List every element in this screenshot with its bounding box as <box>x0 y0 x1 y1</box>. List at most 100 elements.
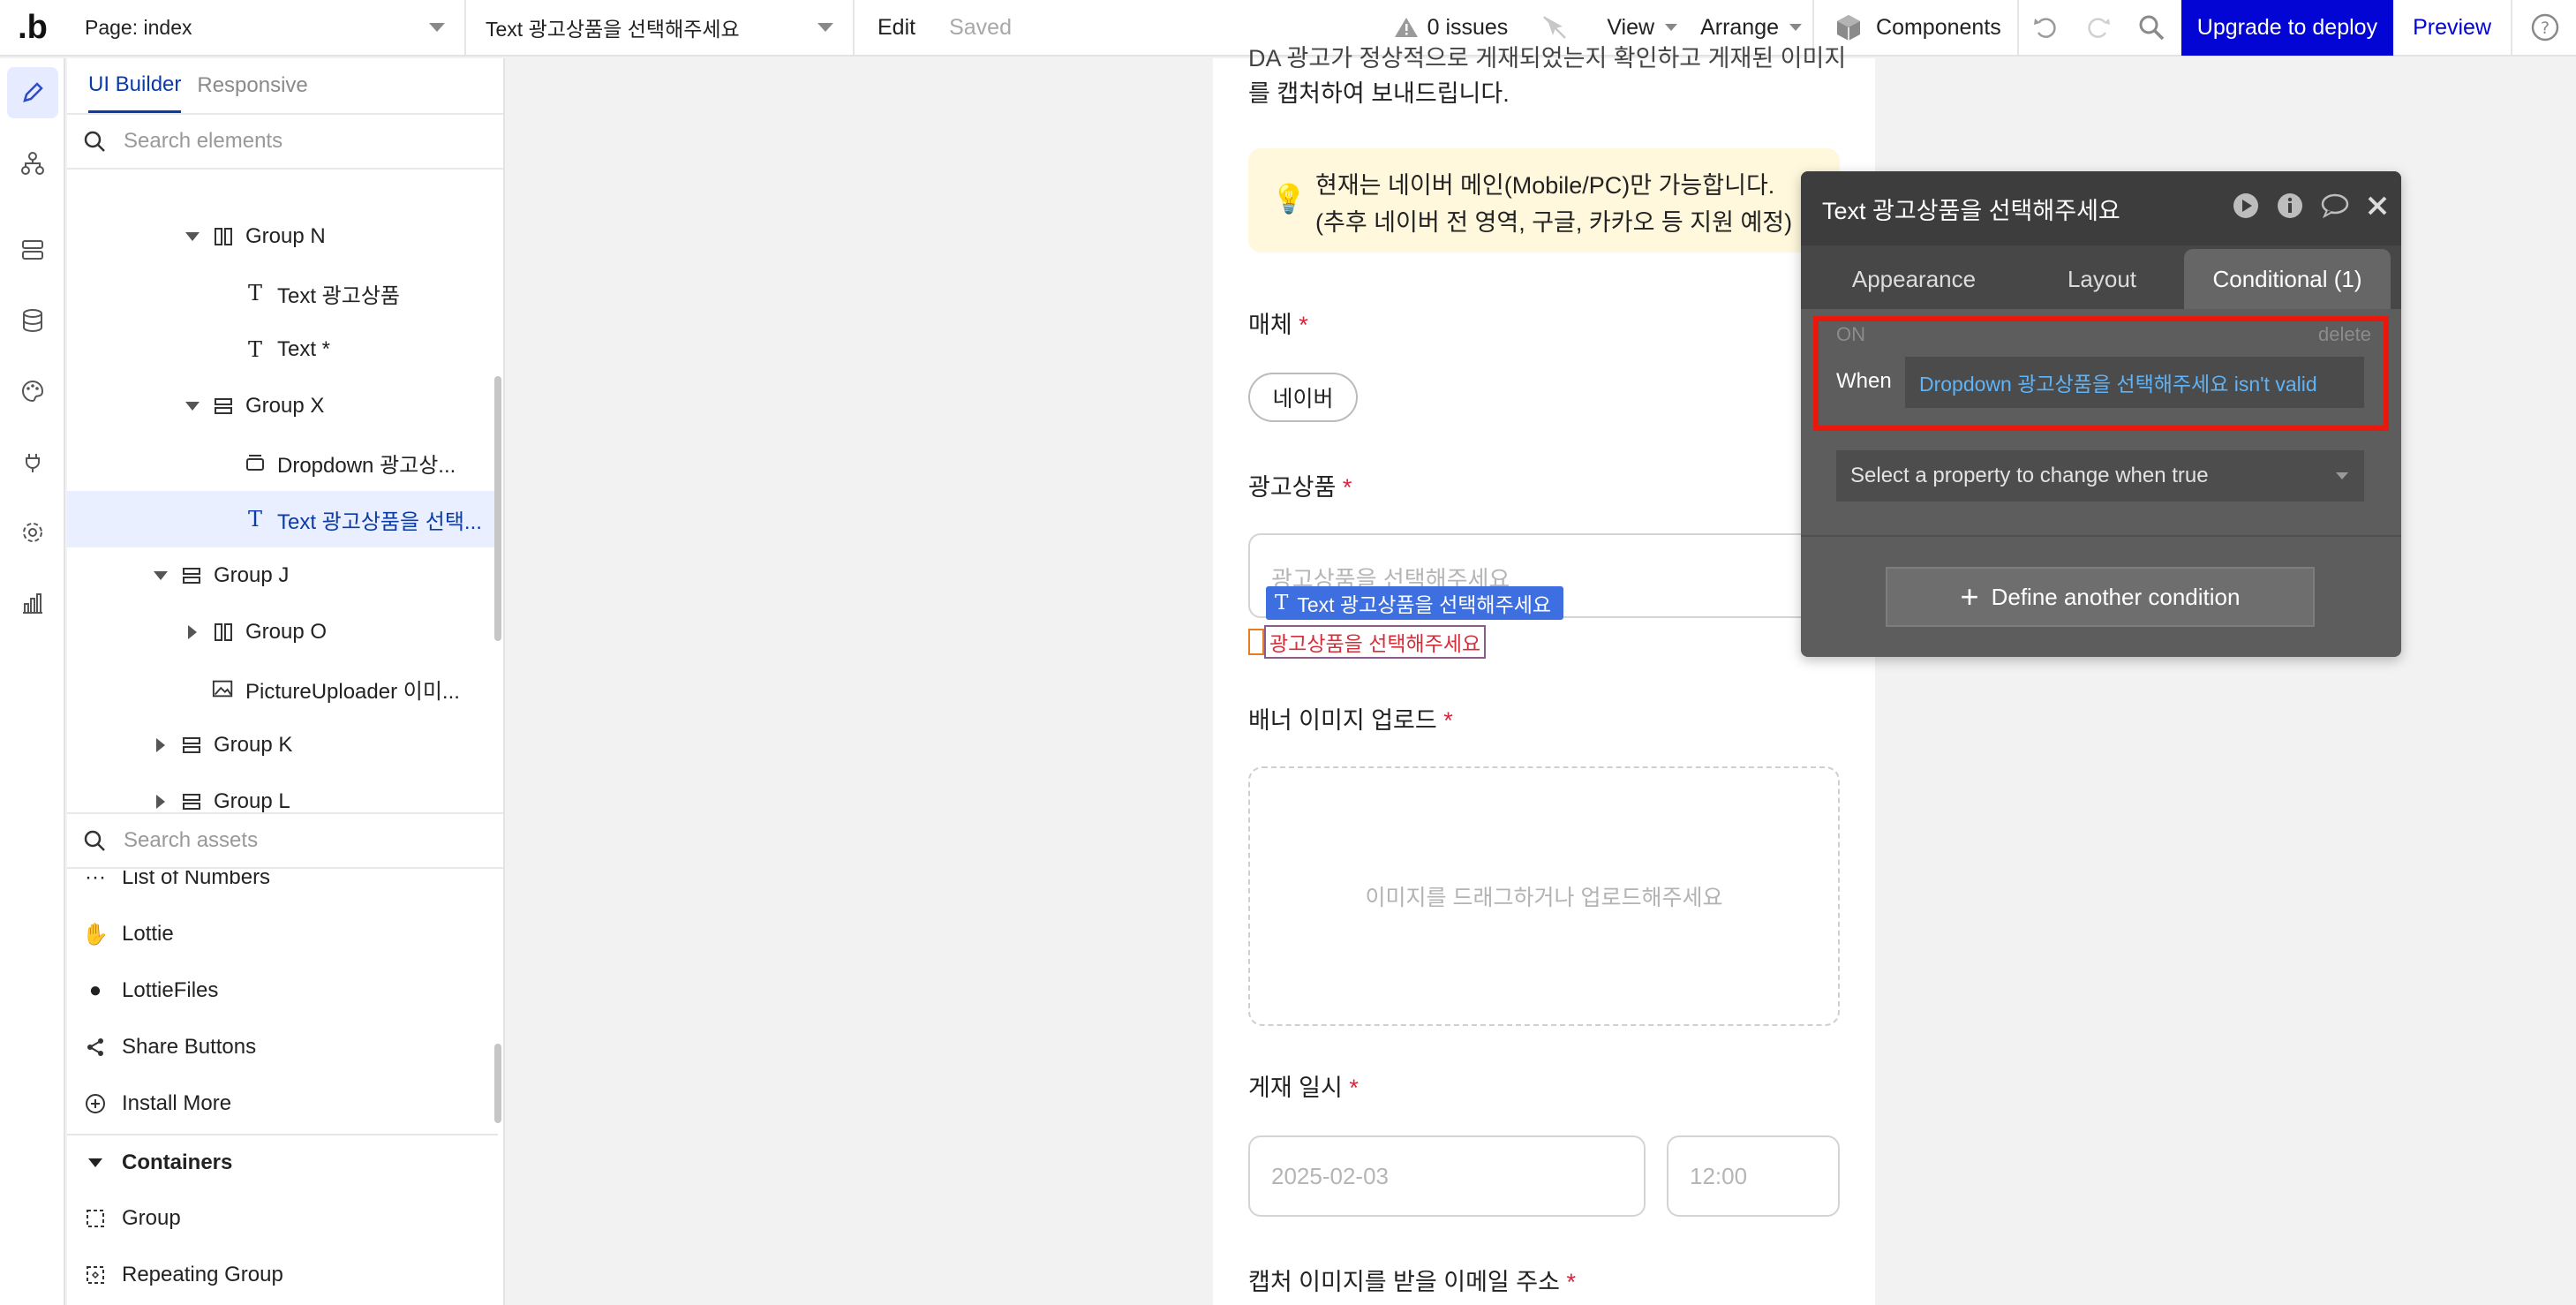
asset-lottie[interactable]: ✋ Lottie <box>67 906 498 962</box>
expand-toggle[interactable] <box>182 625 203 639</box>
asset-list-of-numbers[interactable]: ··· List of Numbers <box>67 871 498 906</box>
chevron-down-icon <box>1789 24 1803 31</box>
asset-label: LottieFiles <box>122 978 219 1002</box>
dropdown-icon <box>244 452 267 473</box>
panel-tabs: UI Builder Responsive <box>67 58 503 113</box>
containers-section-header[interactable]: Containers <box>67 1134 498 1190</box>
tab-responsive[interactable]: Responsive <box>197 58 307 113</box>
tree-item-group-n[interactable]: Group N <box>67 208 498 265</box>
upload-hint: 이미지를 드래그하거나 업로드해주세요 <box>1365 886 1723 910</box>
tree-item-group-o[interactable]: Group O <box>67 604 498 660</box>
assets-scrollbar[interactable] <box>494 1044 501 1123</box>
design-tab-button[interactable] <box>7 67 58 118</box>
comment-icon[interactable] <box>2320 192 2350 225</box>
upgrade-to-deploy-button[interactable]: Upgrade to deploy <box>2181 0 2394 56</box>
media-option-naver[interactable]: 네이버 <box>1248 373 1358 422</box>
cube-icon <box>1837 15 1861 41</box>
database-icon <box>23 309 42 332</box>
tab-label: Responsive <box>197 73 308 97</box>
asset-lottiefiles[interactable]: ● LottieFiles <box>67 962 498 1019</box>
row-layout-icon <box>212 622 235 643</box>
asset-share-buttons[interactable]: Share Buttons <box>67 1019 498 1075</box>
search-button[interactable] <box>2125 0 2181 56</box>
saved-label: Saved <box>949 14 1012 40</box>
element-select[interactable]: Text 광고상품을 선택해주세요 <box>466 0 855 56</box>
container-group[interactable]: Group <box>67 1190 498 1247</box>
collapse-toggle[interactable] <box>182 402 203 411</box>
inspector-tabs: Appearance Layout Conditional (1) <box>1801 245 2401 309</box>
plus-circle-icon <box>83 1093 108 1114</box>
property-select[interactable]: Select a property to change when true <box>1836 450 2364 502</box>
bubble-logo[interactable]: .b <box>0 0 65 56</box>
search-icon <box>2139 15 2165 41</box>
info-icon[interactable] <box>2276 192 2304 226</box>
tab-appearance[interactable]: Appearance <box>1801 249 2027 309</box>
selection-handle[interactable] <box>1248 629 1264 655</box>
define-another-condition-button[interactable]: + Define another condition <box>1886 567 2315 627</box>
asset-install-more[interactable]: Install More <box>67 1075 498 1132</box>
preview-label: Preview <box>2413 14 2491 40</box>
selected-element-tag: T Text 광고상품을 선택해주세요 <box>1266 586 1564 620</box>
plugins-tab-button[interactable] <box>7 436 58 487</box>
tab-layout[interactable]: Layout <box>2027 249 2177 309</box>
page-select[interactable]: Page: index <box>65 0 466 56</box>
tree-item-text-product[interactable]: T Text 광고상품 <box>67 265 498 321</box>
text-icon: T <box>247 281 262 306</box>
data-tab-button[interactable] <box>7 224 58 275</box>
time-input[interactable]: 12:00 <box>1667 1135 1840 1217</box>
search-elements-input[interactable]: Search elements <box>67 113 503 170</box>
play-icon[interactable] <box>2232 192 2260 226</box>
when-label: When <box>1836 369 1892 393</box>
banner-upload-zone[interactable]: 이미지를 드래그하거나 업로드해주세요 <box>1248 766 1840 1026</box>
database-tab-button[interactable] <box>7 295 58 346</box>
preview-button[interactable]: Preview <box>2393 0 2511 56</box>
search-icon <box>84 131 105 152</box>
condition-delete-link[interactable]: delete <box>2318 323 2371 346</box>
image-upload-icon <box>212 678 235 699</box>
close-icon[interactable] <box>2366 194 2389 223</box>
palette-icon: ● <box>88 978 102 1002</box>
column-layout-icon <box>212 396 235 417</box>
asset-label: Lottie <box>122 922 174 946</box>
tree-item-group-j[interactable]: Group J <box>67 547 498 604</box>
inspector-header[interactable]: Text 광고상품을 선택해주세요 <box>1801 171 2401 245</box>
collapse-toggle[interactable] <box>83 1158 108 1167</box>
required-mark: * <box>1349 1075 1359 1101</box>
chevron-down-icon <box>817 23 833 32</box>
page-select-label: Page: index <box>85 15 192 39</box>
help-button[interactable]: ? <box>2512 0 2576 56</box>
collapse-toggle[interactable] <box>150 571 171 580</box>
required-mark: * <box>1299 312 1308 338</box>
tree-item-dropdown[interactable]: Dropdown 광고상... <box>67 434 498 491</box>
server-icon <box>22 240 43 260</box>
tree-item-label: Group N <box>245 224 326 248</box>
undo-button[interactable] <box>2019 0 2072 56</box>
settings-tab-button[interactable] <box>7 507 58 558</box>
property-inspector: Text 광고상품을 선택해주세요 Appearance Layout Cond… <box>1801 171 2401 657</box>
styles-tab-button[interactable] <box>7 366 58 417</box>
workflow-tab-button[interactable] <box>7 138 58 189</box>
schedule-label: 게재 일시 * <box>1248 1075 1359 1101</box>
tree-scrollbar[interactable] <box>494 376 501 641</box>
when-expression[interactable]: Dropdown 광고상품을 선택해주세요 isn't valid <box>1905 357 2364 408</box>
tree-item-text-asterisk[interactable]: T Text * <box>67 321 498 378</box>
container-repeating-group[interactable]: Repeating Group <box>67 1247 498 1303</box>
collapse-toggle[interactable] <box>182 232 203 241</box>
date-input[interactable]: 2025-02-03 <box>1248 1135 1646 1217</box>
tree-item-text-selected[interactable]: T Text 광고상품을 선택... <box>67 491 498 547</box>
logs-tab-button[interactable] <box>7 577 58 629</box>
help-icon: ? <box>2531 13 2559 41</box>
tree-item-group-x[interactable]: Group X <box>67 378 498 434</box>
tree-item-picture-uploader[interactable]: PictureUploader 이미... <box>67 660 498 717</box>
search-assets-input[interactable]: Search assets <box>67 812 503 869</box>
tab-ui-builder[interactable]: UI Builder <box>88 58 182 113</box>
error-text-element[interactable]: 광고상품을 선택해주세요 <box>1264 625 1487 659</box>
expand-toggle[interactable] <box>150 738 171 752</box>
tree-item-group-k[interactable]: Group K <box>67 717 498 773</box>
redo-button[interactable] <box>2072 0 2125 56</box>
edit-menu[interactable]: Edit <box>877 0 915 56</box>
expand-toggle[interactable] <box>150 795 171 809</box>
tree-item-label: Group X <box>245 394 325 418</box>
error-text: 광고상품을 선택해주세요 <box>1269 632 1481 655</box>
tab-conditional[interactable]: Conditional (1) <box>2184 249 2391 309</box>
